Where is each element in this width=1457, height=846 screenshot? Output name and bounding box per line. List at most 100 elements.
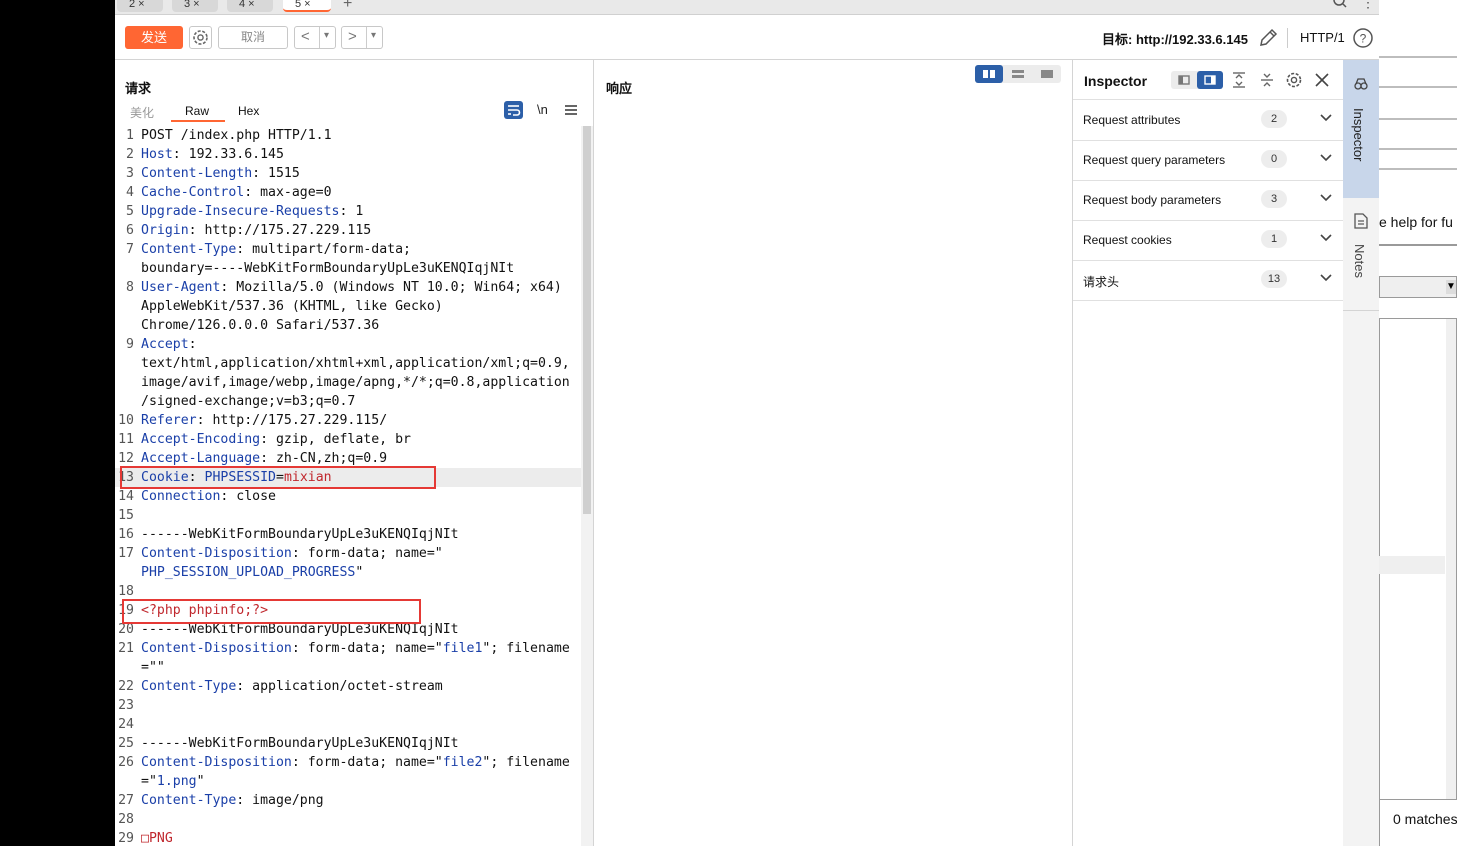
repeater-tab-active[interactable]: 5 × <box>283 0 331 12</box>
divider <box>319 27 320 48</box>
bg-help-text: e help for fu <box>1379 214 1453 230</box>
history-back-button[interactable]: < ▾ <box>294 26 336 49</box>
code-token: Content-Type <box>141 242 237 257</box>
code-token: "; filename <box>482 755 570 770</box>
code-line[interactable]: 2 Host: 192.33.6.145 <box>115 145 581 164</box>
code-line[interactable]: 26 Content-Disposition: form-data; name="… <box>115 753 581 772</box>
history-forward-button[interactable]: > ▾ <box>341 26 383 49</box>
inspector-row-cookies[interactable]: Request cookies 1 <box>1073 220 1343 261</box>
code-line[interactable]: 11 Accept-Encoding: gzip, deflate, br <box>115 430 581 449</box>
code-line[interactable]: 24 <box>115 715 581 734</box>
code-token: : multipart/form-data; <box>236 242 411 257</box>
tab-strip: 2 × 3 × 4 × 5 × + ⋮ <box>115 0 1379 15</box>
side-tab-inspector[interactable]: Inspector <box>1343 60 1379 198</box>
pencil-icon[interactable] <box>1257 27 1279 49</box>
count-badge: 3 <box>1261 190 1287 208</box>
menu-icon[interactable] <box>565 104 577 116</box>
code-token: Referer <box>141 413 197 428</box>
inspector-row-headers[interactable]: 请求头 13 <box>1073 260 1343 301</box>
collapse-all-icon[interactable] <box>1259 71 1275 89</box>
code-line[interactable]: 14 Connection: close <box>115 487 581 506</box>
tab-raw[interactable]: Raw <box>185 104 209 118</box>
code-line[interactable]: 9 Accept: <box>115 335 581 354</box>
code-line[interactable]: AppleWebKit/537.36 (KHTML, like Gecko) <box>115 297 581 316</box>
code-line[interactable]: 6 Origin: http://175.27.229.115 <box>115 221 581 240</box>
close-icon[interactable] <box>1314 72 1330 88</box>
code-line[interactable]: PHP_SESSION_UPLOAD_PROGRESS" <box>115 563 581 582</box>
code-text: Content-Disposition: form-data; name=" <box>141 544 443 563</box>
layout-stacked-button[interactable] <box>1004 65 1032 83</box>
inspector-row-request-attributes[interactable]: Request attributes 2 <box>1073 100 1343 141</box>
http-version-toggle[interactable]: HTTP/1 <box>1300 30 1345 45</box>
code-token: Chrome/126.0.0.0 Safari/537.36 <box>141 318 380 333</box>
panel-left-icon[interactable] <box>1171 71 1197 89</box>
layout-single-button[interactable] <box>1033 65 1061 83</box>
layout-side-by-side-button[interactable] <box>975 65 1003 83</box>
code-token: text/html,application/xhtml+xml,applicat… <box>141 356 570 371</box>
code-line[interactable]: 25 ------WebKitFormBoundaryUpLe3uKENQIqjN… <box>115 734 581 753</box>
repeater-tab[interactable]: 2 × <box>117 0 163 12</box>
bg-dropdown[interactable]: ▼ <box>1379 276 1457 298</box>
inspector-row-query-parameters[interactable]: Request query parameters 0 <box>1073 140 1343 181</box>
code-line[interactable]: 17 Content-Disposition: form-data; name=" <box>115 544 581 563</box>
code-line[interactable]: ="" <box>115 658 581 677</box>
code-line[interactable]: 1 POST /index.php HTTP/1.1 <box>115 126 581 145</box>
code-line[interactable]: Chrome/126.0.0.0 Safari/537.36 <box>115 316 581 335</box>
code-line[interactable]: 5 Upgrade-Insecure-Requests: 1 <box>115 202 581 221</box>
code-line[interactable]: 15 <box>115 506 581 525</box>
code-line[interactable]: 28 <box>115 810 581 829</box>
panel-right-button[interactable] <box>1197 71 1223 89</box>
line-number: 29 <box>118 831 134 846</box>
side-tab-notes[interactable]: Notes <box>1343 198 1379 311</box>
tab-hex[interactable]: Hex <box>238 104 259 118</box>
scrollbar-thumb[interactable] <box>583 126 591 514</box>
repeater-tab[interactable]: 4 × <box>227 0 273 12</box>
more-vertical-icon[interactable]: ⋮ <box>1361 0 1375 11</box>
cancel-button[interactable]: 取消 <box>218 26 288 49</box>
code-line[interactable]: 22 Content-Type: application/octet-stream <box>115 677 581 696</box>
search-icon[interactable] <box>1333 0 1347 8</box>
code-token: /signed-exchange;v=b3;q=0.7 <box>141 394 356 409</box>
editor-scrollbar[interactable] <box>581 126 593 846</box>
line-number: 6 <box>126 223 134 238</box>
code-line[interactable]: image/avif,image/webp,image/apng,*/*;q=0… <box>115 373 581 392</box>
inspector-row-body-parameters[interactable]: Request body parameters 3 <box>1073 180 1343 221</box>
help-icon[interactable]: ? <box>1352 27 1374 49</box>
code-line[interactable]: 4 Cache-Control: max-age=0 <box>115 183 581 202</box>
show-newlines-toggle[interactable]: \n <box>537 102 548 117</box>
wrap-lines-icon[interactable] <box>504 101 523 119</box>
line-number: 25 <box>118 736 134 751</box>
request-pane: 请求 美化 Raw Hex \n 1 POST /index.php HTTP/1… <box>115 60 594 846</box>
code-line[interactable]: 29 □PNG <box>115 829 581 846</box>
code-line[interactable]: 21 Content-Disposition: form-data; name="… <box>115 639 581 658</box>
code-line[interactable]: boundary=----WebKitFormBoundaryUpLe3uKEN… <box>115 259 581 278</box>
code-line[interactable]: 27 Content-Type: image/png <box>115 791 581 810</box>
code-text: image/avif,image/webp,image/apng,*/*;q=0… <box>141 373 570 392</box>
expand-all-icon[interactable] <box>1231 71 1247 89</box>
code-token: □PNG <box>141 831 173 846</box>
line-number: 24 <box>118 717 134 732</box>
code-line[interactable]: 3 Content-Length: 1515 <box>115 164 581 183</box>
tab-pretty[interactable]: 美化 <box>130 104 154 121</box>
settings-button[interactable] <box>189 26 212 49</box>
code-line[interactable]: 7 Content-Type: multipart/form-data; <box>115 240 581 259</box>
code-line[interactable]: 10 Referer: http://175.27.229.115/ <box>115 411 581 430</box>
bg-scrollbar[interactable] <box>1446 319 1456 799</box>
code-line[interactable]: ="1.png" <box>115 772 581 791</box>
code-line[interactable]: text/html,application/xhtml+xml,applicat… <box>115 354 581 373</box>
send-button[interactable]: 发送 <box>125 26 183 49</box>
code-line[interactable]: 23 <box>115 696 581 715</box>
code-line[interactable]: 16 ------WebKitFormBoundaryUpLe3uKENQIqjN… <box>115 525 581 544</box>
code-line[interactable]: 8 User-Agent: Mozilla/5.0 (Windows NT 10.… <box>115 278 581 297</box>
add-tab-icon[interactable]: + <box>343 0 352 13</box>
columns-icon <box>983 70 995 78</box>
code-text: Host: 192.33.6.145 <box>141 145 284 164</box>
side-tab-label: Inspector <box>1351 108 1366 162</box>
response-pane: 响应 <box>594 60 1073 846</box>
gear-icon[interactable] <box>1284 70 1304 90</box>
chevron-down-icon: ▾ <box>371 30 377 41</box>
count-badge: 13 <box>1261 270 1287 288</box>
repeater-tab[interactable]: 3 × <box>172 0 218 12</box>
code-line[interactable]: /signed-exchange;v=b3;q=0.7 <box>115 392 581 411</box>
chevron-right-icon: > <box>348 28 357 45</box>
